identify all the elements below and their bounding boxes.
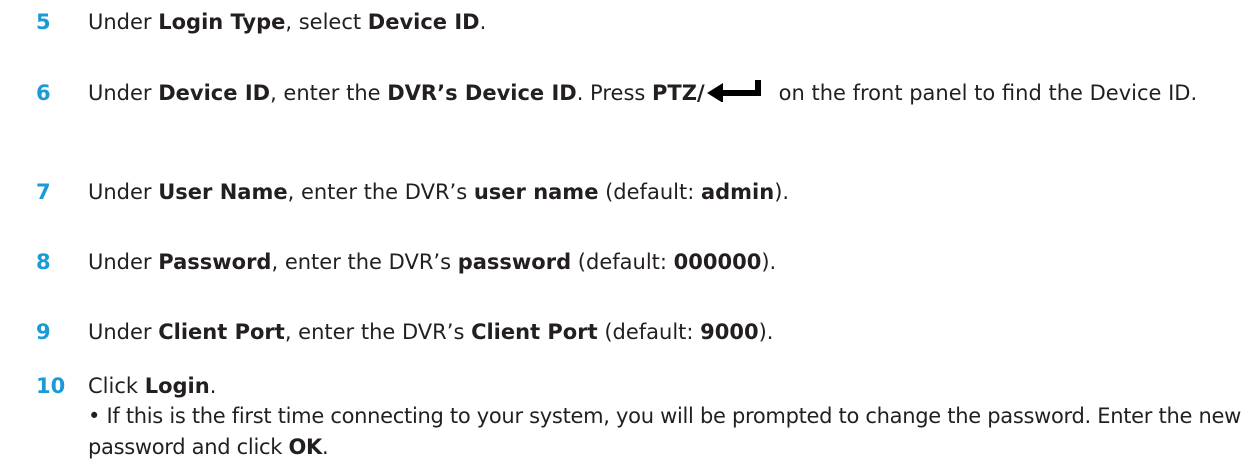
ui-term-password: Password [158, 250, 272, 274]
step-number: 10 [36, 374, 66, 398]
step-number: 8 [36, 250, 51, 274]
ui-term-login: Login [144, 374, 210, 398]
ui-term-password-value: password [457, 250, 572, 274]
default-password: 000000 [673, 250, 762, 274]
step-text: Under Device ID, enter the DVR’s Device … [88, 80, 1198, 105]
ui-term-dvr-device-id: DVR’s Device ID [387, 81, 577, 105]
default-user-name: admin [700, 180, 775, 204]
ui-term-user-name-value: user name [473, 180, 599, 204]
step-5: 5 Under Login Type, select Device ID. [36, 7, 1246, 37]
enter-arrow-icon [706, 80, 765, 102]
step-6: 6 Under Device ID, enter the DVR’s Devic… [36, 78, 1246, 108]
step-text: Under Client Port, enter the DVR’s Clien… [88, 320, 774, 344]
manual-page: 5 Under Login Type, select Device ID. 6 … [0, 0, 1255, 468]
step-text: Under User Name, enter the DVR’s user na… [88, 180, 790, 204]
step-text: Under Password, enter the DVR’s password… [88, 250, 777, 274]
step-number: 6 [36, 81, 51, 105]
step-number: 5 [36, 10, 51, 34]
ui-term-user-name: User Name [158, 180, 288, 204]
ui-term-device-id: Device ID [158, 81, 271, 105]
step-10-bullet: • If this is the first time connecting t… [88, 404, 1241, 459]
step-9: 9 Under Client Port, enter the DVR’s Cli… [36, 317, 1246, 347]
default-client-port: 9000 [700, 320, 759, 344]
step-text: Under Login Type, select Device ID. [88, 10, 487, 34]
step-7: 7 Under User Name, enter the DVR’s user … [36, 177, 1246, 207]
step-number: 9 [36, 320, 51, 344]
step-10: 10 Click Login. [36, 371, 1246, 401]
ui-term-client-port: Client Port [158, 320, 285, 344]
ui-term-login-type: Login Type [158, 10, 286, 34]
ui-term-client-port-value: Client Port [471, 320, 598, 344]
step-number: 7 [36, 180, 51, 204]
step-text: Click Login. [88, 374, 217, 398]
step-8: 8 Under Password, enter the DVR’s passwo… [36, 247, 1246, 277]
ui-term-ok: OK [288, 435, 322, 459]
ui-term-device-id: Device ID [367, 10, 480, 34]
ui-term-ptz: PTZ/ [652, 81, 705, 105]
